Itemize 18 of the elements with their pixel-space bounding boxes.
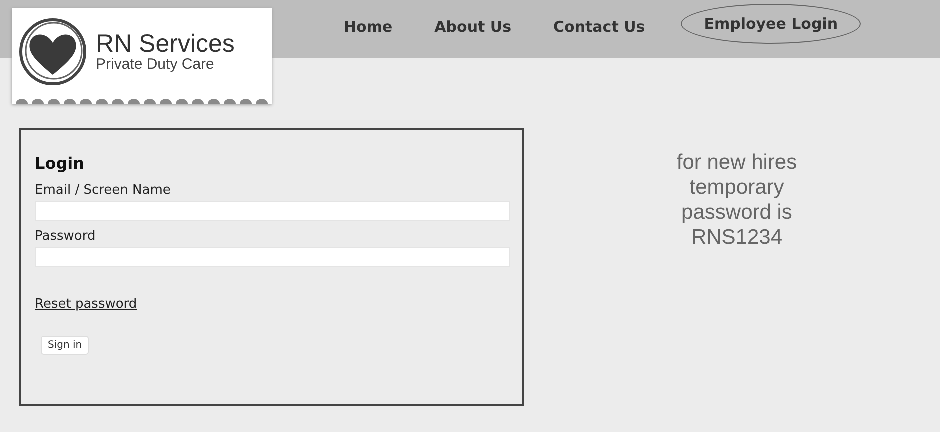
logo-subtitle: Private Duty Care — [96, 57, 216, 73]
field-label: Password — [35, 229, 96, 244]
sign-in-button[interactable]: Sign in — [41, 336, 90, 355]
logo-title: RN Services — [96, 31, 235, 57]
nav-link[interactable]: Contact Us — [548, 10, 652, 44]
input-field[interactable] — [35, 247, 510, 267]
input-field[interactable] — [35, 201, 510, 221]
login-heading: Login — [35, 154, 85, 173]
note-text: RNS1234 — [691, 225, 783, 250]
nav-link[interactable]: About Us — [428, 10, 518, 44]
field-label: Email / Screen Name — [35, 183, 171, 198]
note-text: temporary — [690, 175, 784, 200]
nav-link[interactable]: Home — [338, 10, 399, 44]
note-text: password is — [682, 200, 792, 225]
heart-logo-icon — [18, 17, 88, 87]
note-text: for new hires — [676, 150, 798, 175]
nav-link[interactable]: Employee Login — [681, 4, 862, 44]
reset-password-link[interactable]: Reset password — [35, 297, 138, 312]
